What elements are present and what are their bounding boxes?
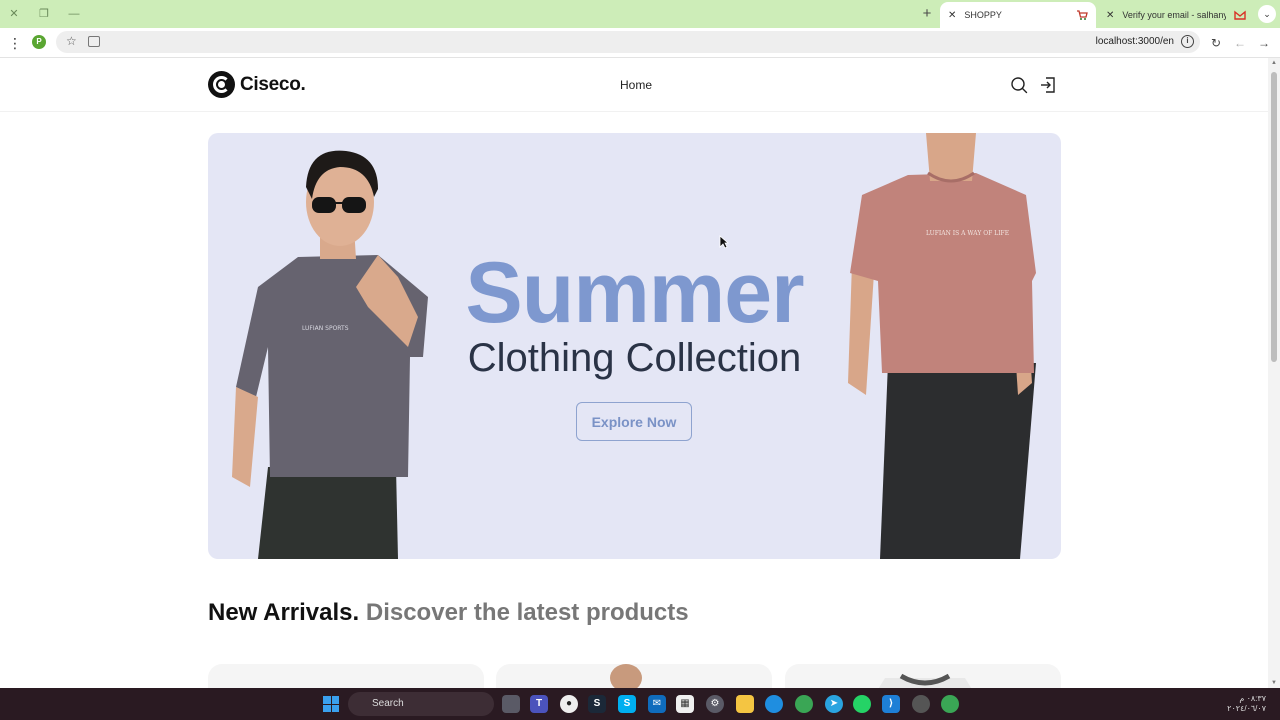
logo-mark-icon <box>208 71 235 98</box>
site-header: Ciseco. Home <box>0 58 1268 112</box>
scroll-thumb[interactable] <box>1271 72 1277 362</box>
web-page: Ciseco. Home LUFIAN SPORTS Summer Clothi… <box>0 58 1268 688</box>
scroll-up-icon[interactable]: ▲ <box>1270 60 1278 66</box>
product-card[interactable] <box>496 664 772 688</box>
bookmark-star-icon[interactable]: ☆ <box>66 34 77 48</box>
tab-shoppy[interactable]: ✕ SHOPPY <box>940 2 1096 28</box>
telegram-icon[interactable]: ➤ <box>825 695 843 713</box>
close-tab-icon[interactable]: ✕ <box>948 10 956 21</box>
forward-icon[interactable]: → <box>1256 34 1272 52</box>
steam-icon[interactable]: S <box>588 695 606 713</box>
new-arrivals-title: New Arrivals. <box>208 599 360 626</box>
mail-icon[interactable]: ✉ <box>648 695 666 713</box>
tab-verify-email[interactable]: ✕ Verify your email - salhany2000 <box>1098 2 1254 28</box>
browser-menu-icon[interactable]: ⋮ <box>8 34 22 52</box>
task-view-icon[interactable] <box>502 695 520 713</box>
explore-now-button[interactable]: Explore Now <box>576 402 692 441</box>
chat-app-icon[interactable]: ● <box>560 695 578 713</box>
hero-banner: LUFIAN SPORTS Summer Clothing Collection… <box>208 133 1061 559</box>
url-text[interactable]: localhost:3000/en <box>1096 36 1174 47</box>
new-arrivals-subtitle: Discover the latest products <box>365 599 689 626</box>
extension-icon[interactable] <box>88 36 100 47</box>
teams-icon[interactable]: T <box>530 695 548 713</box>
vscode-icon[interactable]: ⟩ <box>882 695 900 713</box>
tab-search-dropdown-icon[interactable]: ⌄ <box>1258 5 1276 23</box>
mouse-cursor-icon <box>719 235 729 249</box>
obs-icon[interactable] <box>912 695 930 713</box>
system-clock[interactable]: ٠٨:٣٧ م ٢٠٢٤/٠٦/٠٧ <box>1224 694 1266 714</box>
search-icon[interactable] <box>1010 76 1028 94</box>
windows-taskbar: Search T ● S S ✉ ▦ ⚙ ➤ ⟩ ٠٨:٣٧ م ٢٠٢٤/٠٦… <box>0 688 1280 720</box>
reload-icon[interactable]: ↻ <box>1208 34 1224 52</box>
file-explorer-icon[interactable] <box>736 695 754 713</box>
restore-window-icon[interactable]: ❐ <box>36 6 52 22</box>
browser-toolbar: ⋮ P ☆ localhost:3000/en i ↻ ← → <box>0 28 1280 58</box>
taskbar-search-box[interactable]: Search <box>348 692 494 716</box>
settings-gear-icon[interactable]: ⚙ <box>706 695 724 713</box>
browser-tab-bar: ✕ ❐ — + ✕ SHOPPY ✕ Verify your email - s… <box>0 0 1280 28</box>
edge-icon[interactable] <box>765 695 783 713</box>
back-icon[interactable]: ← <box>1232 34 1248 52</box>
login-icon[interactable] <box>1039 76 1057 94</box>
tab-title: Verify your email - salhany2000 <box>1122 10 1226 20</box>
profile-avatar[interactable]: P <box>32 35 46 49</box>
site-info-icon[interactable]: i <box>1181 35 1194 48</box>
windows-start-icon[interactable] <box>323 696 339 712</box>
skype-icon[interactable]: S <box>618 695 636 713</box>
minimize-window-icon[interactable]: — <box>66 6 82 22</box>
logo-text: Ciseco. <box>240 73 306 95</box>
chrome-icon[interactable] <box>795 695 813 713</box>
site-logo[interactable]: Ciseco. <box>208 71 306 98</box>
product-image <box>878 673 972 688</box>
clock-date: ٢٠٢٤/٠٦/٠٧ <box>1227 704 1266 713</box>
new-arrivals-heading: New Arrivals. Discover the latest produc… <box>208 599 689 627</box>
tab-title: SHOPPY <box>964 10 1002 20</box>
chrome-profile-icon[interactable] <box>941 695 959 713</box>
product-card[interactable] <box>208 664 484 688</box>
new-tab-button[interactable]: + <box>918 5 936 23</box>
address-bar[interactable]: ☆ localhost:3000/en i <box>56 31 1200 53</box>
gmail-favicon-icon <box>1234 10 1246 20</box>
product-card[interactable] <box>785 664 1061 688</box>
clock-time: ٠٨:٣٧ م <box>1239 694 1266 703</box>
whatsapp-icon[interactable] <box>853 695 871 713</box>
close-window-icon[interactable]: ✕ <box>6 6 22 22</box>
shirt-print-right: LUFIAN IS A WAY OF LIFE <box>926 230 1009 237</box>
close-tab-icon[interactable]: ✕ <box>1106 10 1114 21</box>
page-scrollbar[interactable]: ▲ ▼ <box>1268 58 1280 688</box>
hero-model-right-image: LUFIAN IS A WAY OF LIFE <box>848 133 1036 559</box>
scroll-down-icon[interactable]: ▼ <box>1270 680 1278 686</box>
store-icon[interactable]: ▦ <box>676 695 694 713</box>
product-image <box>610 664 642 688</box>
cart-favicon-icon <box>1077 10 1088 20</box>
nav-link-home[interactable]: Home <box>620 78 652 92</box>
